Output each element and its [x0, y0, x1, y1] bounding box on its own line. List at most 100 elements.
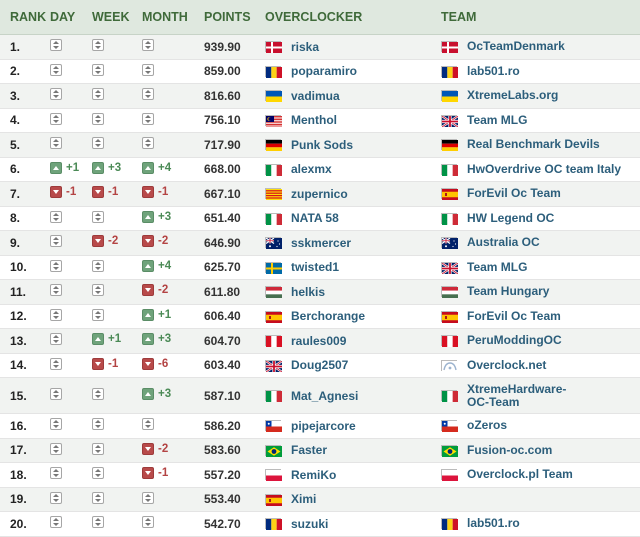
week-cell: -1 — [92, 181, 142, 207]
peru-flag — [441, 335, 458, 348]
overclocker-name-link[interactable]: Menthol — [291, 113, 337, 127]
team-name-link[interactable]: XtremeLabs.org — [467, 89, 558, 102]
table-row: 2. 859.00 poparamiro lab501.ro — [0, 59, 640, 84]
sort-neutral-icon — [92, 63, 104, 76]
team-name-link[interactable]: Overclock.net — [467, 358, 546, 372]
team-name-link[interactable]: oZeros — [467, 419, 507, 432]
header-points[interactable]: POINTS — [204, 0, 265, 35]
month-cell: +4 — [142, 157, 204, 182]
overclocker-name-link[interactable]: poparamiro — [291, 64, 357, 78]
overclocker-name-link[interactable]: pipejarcore — [291, 419, 356, 433]
sort-neutral-icon — [92, 284, 104, 297]
rank-cell: 11. — [0, 279, 50, 305]
overclocker-name-link[interactable]: Faster — [291, 443, 327, 457]
team-name-link[interactable]: ForEvil Oc Team — [467, 309, 561, 323]
overclocker-name-link[interactable]: suzuki — [291, 517, 328, 531]
overclocker-name-link[interactable]: riska — [291, 40, 319, 54]
team-name-link[interactable]: OcTeamDenmark — [467, 40, 565, 53]
rank-cell: 10. — [0, 255, 50, 280]
rank-value: 14. — [10, 358, 27, 373]
0.week.val-change — [92, 39, 104, 52]
overclocker-name-link[interactable]: Berchorange — [291, 309, 365, 323]
week-cell — [92, 255, 142, 280]
team-name-link[interactable]: Australia OC — [467, 236, 540, 249]
sort-neutral-icon — [92, 39, 104, 52]
13.month.val-change: -6 — [142, 357, 168, 370]
16.week.val-change — [92, 442, 104, 455]
3.week.val-change — [92, 112, 104, 125]
header-rank[interactable]: RANK — [0, 0, 50, 35]
overclocker-name-link[interactable]: alexmx — [291, 162, 332, 176]
team-name-link[interactable]: Overclock.pl Team — [467, 468, 573, 481]
denmark-flag — [265, 41, 282, 54]
points-cell: 553.40 — [204, 487, 265, 512]
overclocker-name-link[interactable]: NATA 58 — [291, 211, 339, 225]
sort-neutral-icon — [92, 210, 104, 223]
overclocker-name-link[interactable]: vadimua — [291, 89, 340, 103]
team-name-link[interactable]: HwOverdrive OC team Italy — [467, 162, 621, 176]
team-name-link[interactable]: HW Legend OC — [467, 211, 554, 225]
day-cell — [50, 59, 92, 84]
table-header-row: RANK DAY WEEK MONTH POINTS OVERCLOCKER T… — [0, 0, 640, 35]
arrow-down-icon — [92, 235, 104, 248]
arrow-up-icon — [92, 161, 104, 174]
16.month.val-change-value: -2 — [158, 442, 169, 455]
sort-neutral-icon — [142, 516, 154, 529]
team-name-link[interactable]: Real Benchmark Devils — [467, 138, 600, 151]
team-name-link[interactable]: XtremeHardware-OC-Team — [467, 382, 577, 409]
sort-neutral-icon — [142, 39, 154, 52]
overclocker-name-link[interactable]: RemiKo — [291, 468, 336, 482]
month-cell: +4 — [142, 255, 204, 280]
header-team[interactable]: TEAM — [441, 0, 640, 35]
team-name-link[interactable]: Team Hungary — [467, 285, 549, 298]
table-row: 15. +3 587.10 Mat_Agnesi XtremeHardware-… — [0, 377, 640, 414]
sort-neutral-icon — [142, 491, 154, 504]
week-cell: -2 — [92, 230, 142, 256]
month-cell — [142, 83, 204, 109]
team-name-link[interactable]: Fusion-oc.com — [467, 443, 552, 457]
denmark-flag — [441, 41, 458, 54]
team-name-link[interactable]: Team MLG — [467, 260, 527, 274]
team-name-link[interactable]: ForEvil Oc Team — [467, 187, 561, 200]
14.month.val-change-value: +3 — [158, 388, 172, 400]
header-day[interactable]: DAY — [50, 0, 92, 35]
points-value: 859.00 — [204, 64, 241, 79]
week-cell — [92, 511, 142, 537]
rank-value: 11. — [10, 284, 27, 299]
rank-value: 20. — [10, 516, 27, 531]
overclocker-name-link[interactable]: sskmercer — [291, 236, 351, 250]
spain-flag — [441, 188, 458, 201]
overclocker-name-link[interactable]: zupernico — [291, 187, 348, 201]
17.day.val-change — [50, 467, 62, 480]
rank-cell: 19. — [0, 487, 50, 512]
overclocker-name-link[interactable]: twisted1 — [291, 260, 339, 274]
header-week[interactable]: WEEK — [92, 0, 142, 35]
table-row: 17. -2 583.60 Faster Fusion-oc.com — [0, 438, 640, 463]
week-cell — [92, 206, 142, 231]
team-name-link[interactable]: lab501.ro — [467, 64, 520, 78]
header-overclocker[interactable]: OVERCLOCKER — [265, 0, 441, 35]
team-name-link[interactable]: Team MLG — [467, 113, 527, 127]
team-name-link[interactable]: PeruModdingOC — [467, 334, 562, 347]
team-name-link[interactable]: lab501.ro — [467, 517, 520, 530]
overclocker-name-link[interactable]: raules009 — [291, 334, 346, 348]
overclocker-name-link[interactable]: Doug2507 — [291, 358, 348, 372]
3.month.val-change — [142, 112, 154, 125]
arrow-up-icon — [92, 333, 104, 346]
14.month.val-change: +3 — [142, 388, 171, 400]
header-month[interactable]: MONTH — [142, 0, 204, 35]
uk-flag — [265, 359, 283, 373]
romania-flag — [441, 518, 458, 531]
arrow-down-icon — [50, 186, 62, 199]
arrow-down-icon — [142, 357, 154, 370]
overclocker-name-link[interactable]: Mat_Agnesi — [291, 389, 358, 403]
2.day.val-change — [50, 88, 62, 101]
rank-value: 2. — [10, 64, 21, 79]
overclocker-name-link[interactable]: helkis — [291, 285, 325, 299]
month-cell — [142, 59, 204, 84]
overclocker-name-link[interactable]: Punk Sods — [291, 138, 353, 152]
points-cell: 586.20 — [204, 413, 265, 439]
overclocker-name-link[interactable]: Ximi — [291, 492, 316, 506]
month-cell — [142, 511, 204, 537]
arrow-down-icon — [142, 284, 154, 297]
